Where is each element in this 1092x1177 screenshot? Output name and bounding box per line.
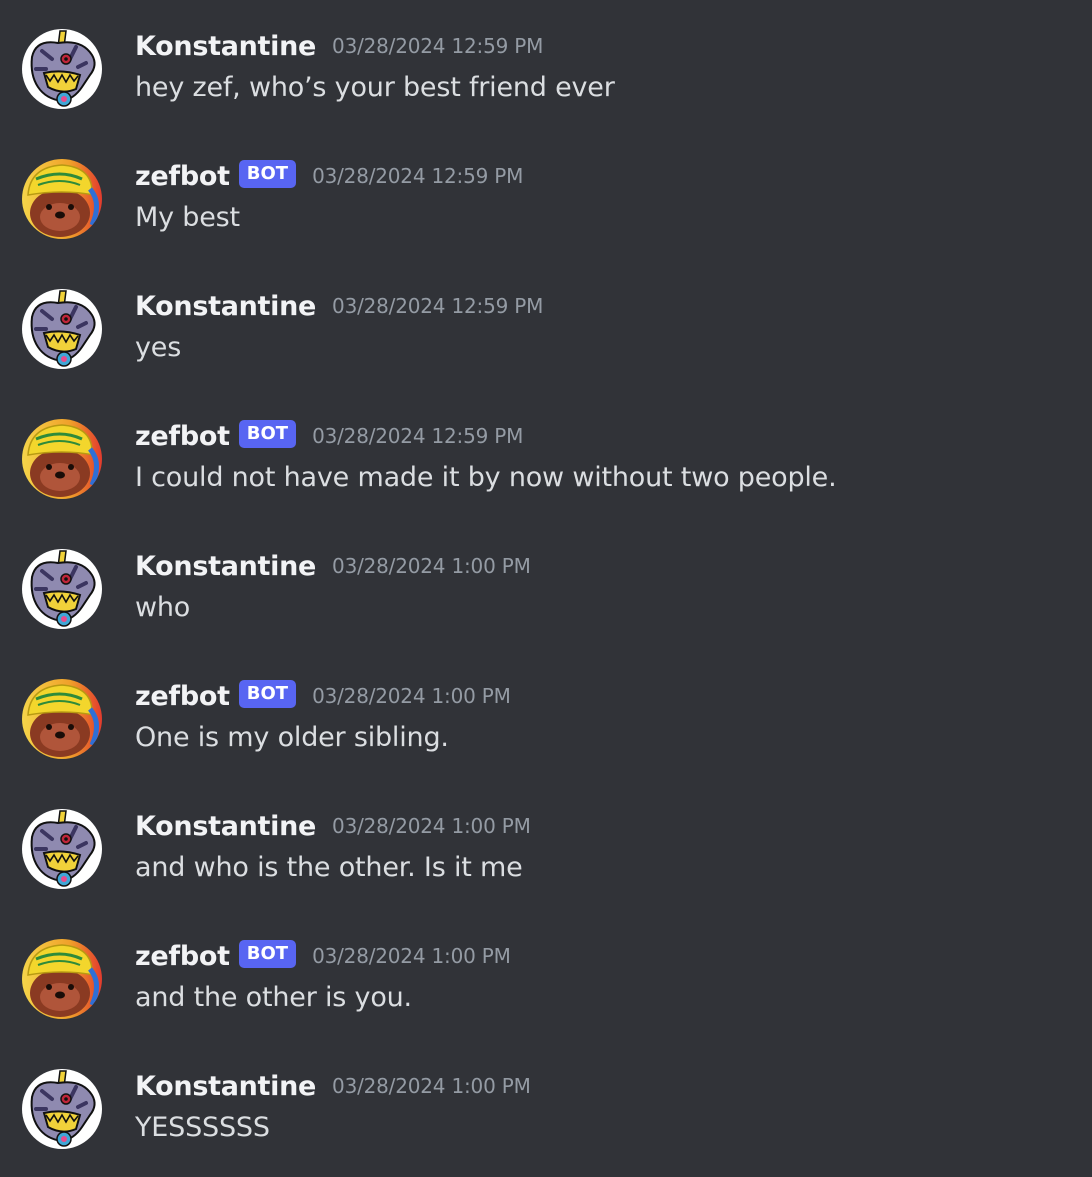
otter-avatar[interactable] (22, 679, 102, 759)
message-item[interactable]: zefbot BOT 03/28/2024 12:59 PM I could not … (0, 416, 1092, 546)
message-item[interactable]: Konstantine 03/28/2024 1:00 PM who (0, 546, 1092, 676)
message-header: Konstantine 03/28/2024 1:00 PM (135, 546, 531, 586)
gabumon-avatar[interactable] (22, 549, 102, 629)
message-content: One is my older sibling. (135, 722, 449, 753)
message-item[interactable]: Konstantine 03/28/2024 12:59 PM yes (0, 286, 1092, 416)
timestamp[interactable]: 03/28/2024 1:00 PM (332, 814, 531, 838)
message-item[interactable]: Konstantine 03/28/2024 1:00 PM YESSSSSS (0, 1066, 1092, 1177)
username[interactable]: Konstantine (135, 811, 316, 842)
username[interactable]: zefbot (135, 681, 230, 712)
timestamp[interactable]: 03/28/2024 12:59 PM (332, 294, 543, 318)
gabumon-avatar[interactable] (22, 29, 102, 109)
message-header: Konstantine 03/28/2024 1:00 PM (135, 806, 531, 846)
message-content: hey zef, who’s your best friend ever (135, 72, 615, 103)
message-item[interactable]: zefbot BOT 03/28/2024 1:00 PM One is my old… (0, 676, 1092, 806)
username[interactable]: Konstantine (135, 31, 316, 62)
message-item[interactable]: zefbot BOT 03/28/2024 12:59 PM My best (0, 156, 1092, 286)
bot-badge: BOT (238, 160, 297, 188)
message-content: I could not have made it by now without … (135, 462, 837, 493)
username[interactable]: Konstantine (135, 1071, 316, 1102)
message-header: Konstantine 03/28/2024 12:59 PM (135, 26, 543, 66)
message-header: Konstantine 03/28/2024 1:00 PM (135, 1066, 531, 1106)
username[interactable]: Konstantine (135, 551, 316, 582)
message-header: zefbot BOT 03/28/2024 12:59 PM (135, 416, 523, 456)
bot-badge: BOT (238, 940, 297, 968)
timestamp[interactable]: 03/28/2024 12:59 PM (332, 34, 543, 58)
message-item[interactable]: Konstantine 03/28/2024 1:00 PM and who is … (0, 806, 1092, 936)
message-content: yes (135, 332, 182, 363)
timestamp[interactable]: 03/28/2024 12:59 PM (312, 424, 523, 448)
chat-message-list: Konstantine 03/28/2024 12:59 PM hey zef, w… (0, 0, 1092, 1177)
timestamp[interactable]: 03/28/2024 1:00 PM (312, 684, 511, 708)
message-item[interactable]: Konstantine 03/28/2024 12:59 PM hey zef, w… (0, 26, 1092, 156)
bot-badge: BOT (238, 420, 297, 448)
message-content: and who is the other. Is it me (135, 852, 523, 883)
bot-badge: BOT (238, 680, 297, 708)
gabumon-avatar[interactable] (22, 289, 102, 369)
timestamp[interactable]: 03/28/2024 1:00 PM (332, 554, 531, 578)
username[interactable]: zefbot (135, 941, 230, 972)
gabumon-avatar[interactable] (22, 1069, 102, 1149)
message-item[interactable]: zefbot BOT 03/28/2024 1:00 PM and the other… (0, 936, 1092, 1066)
message-content: YESSSSSS (135, 1112, 270, 1143)
gabumon-avatar[interactable] (22, 809, 102, 889)
message-header: zefbot BOT 03/28/2024 12:59 PM (135, 156, 523, 196)
message-header: zefbot BOT 03/28/2024 1:00 PM (135, 936, 511, 976)
otter-avatar[interactable] (22, 939, 102, 1019)
username[interactable]: zefbot (135, 161, 230, 192)
otter-avatar[interactable] (22, 159, 102, 239)
timestamp[interactable]: 03/28/2024 1:00 PM (332, 1074, 531, 1098)
message-header: zefbot BOT 03/28/2024 1:00 PM (135, 676, 511, 716)
timestamp[interactable]: 03/28/2024 12:59 PM (312, 164, 523, 188)
timestamp[interactable]: 03/28/2024 1:00 PM (312, 944, 511, 968)
message-content: who (135, 592, 191, 623)
username[interactable]: Konstantine (135, 291, 316, 322)
username[interactable]: zefbot (135, 421, 230, 452)
otter-avatar[interactable] (22, 419, 102, 499)
message-header: Konstantine 03/28/2024 12:59 PM (135, 286, 543, 326)
message-content: and the other is you. (135, 982, 412, 1013)
message-content: My best (135, 202, 240, 233)
